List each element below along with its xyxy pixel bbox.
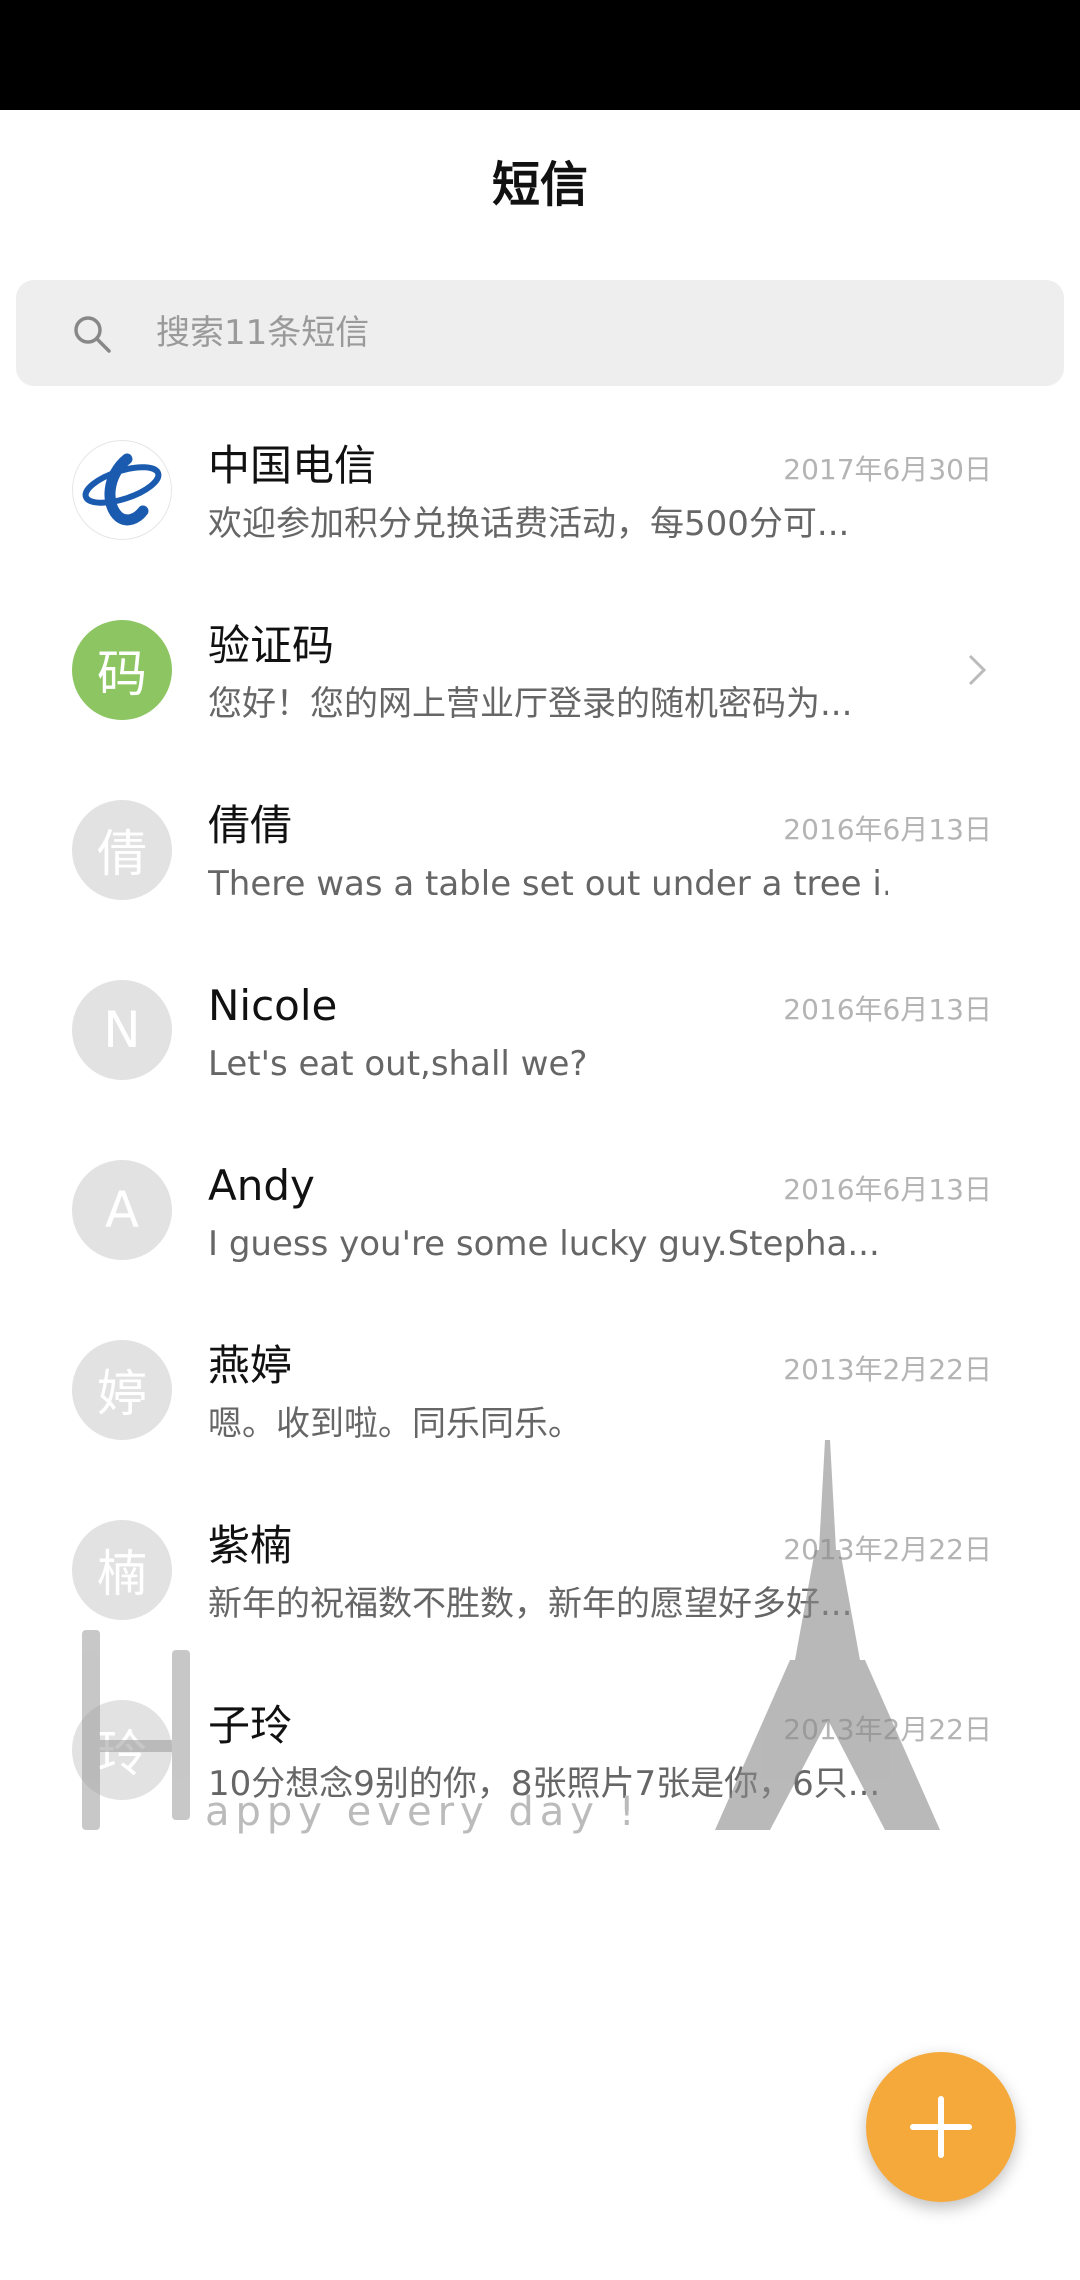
message-date: 2016年6月13日: [783, 1173, 992, 1206]
avatar: [72, 440, 172, 540]
contact-name: 倩倩: [208, 801, 293, 850]
conversation-item[interactable]: 婷 燕婷 2013年2月22日 嗯。收到啦。同乐同乐。: [0, 1300, 1080, 1480]
contact-name: Nicole: [208, 981, 338, 1030]
message-preview: Let's eat out,shall we?: [208, 1044, 588, 1084]
avatar: A: [72, 1160, 172, 1260]
avatar: N: [72, 980, 172, 1080]
plus-icon: [910, 2096, 972, 2158]
avatar: 婷: [72, 1340, 172, 1440]
conversation-item[interactable]: 中国电信 2017年6月30日 欢迎参加积分兑换话费活动，每500分可...: [0, 400, 1080, 580]
contact-name: 紫楠: [208, 1521, 293, 1570]
china-telecom-logo-icon: [82, 453, 162, 526]
message-preview: 新年的祝福数不胜数，新年的愿望好多好...: [208, 1584, 853, 1624]
conversation-item[interactable]: 倩 倩倩 2016年6月13日 There was a table set ou…: [0, 760, 1080, 940]
new-message-button[interactable]: [866, 2052, 1016, 2202]
conversation-item[interactable]: 码 验证码 您好！您的网上营业厅登录的随机密码为...: [0, 580, 1080, 760]
status-bar: [0, 0, 1080, 110]
message-preview: 欢迎参加积分兑换话费活动，每500分可...: [208, 504, 850, 544]
message-preview: 嗯。收到啦。同乐同乐。: [208, 1404, 582, 1444]
search-input[interactable]: 搜索11条短信: [156, 308, 369, 358]
search-bar[interactable]: 搜索11条短信: [16, 280, 1064, 386]
search-icon: [74, 316, 111, 353]
message-date: 2017年6月30日: [783, 453, 992, 486]
message-date: 2016年6月13日: [783, 993, 992, 1026]
contact-name: 子玲: [208, 1701, 293, 1750]
conversation-item[interactable]: 楠 紫楠 2013年2月22日 新年的祝福数不胜数，新年的愿望好多好...: [0, 1480, 1080, 1660]
avatar: 码: [72, 620, 172, 720]
avatar: 玲: [72, 1700, 172, 1800]
contact-name: 验证码: [208, 621, 335, 670]
conversation-item[interactable]: A Andy 2016年6月13日 I guess you're some lu…: [0, 1120, 1080, 1300]
message-preview: 10分想念9别的你，8张照片7张是你，6只...: [208, 1764, 881, 1804]
chevron-right-icon[interactable]: [956, 650, 996, 690]
contact-name: Andy: [208, 1161, 315, 1210]
conversation-item[interactable]: N Nicole 2016年6月13日 Let's eat out,shall …: [0, 940, 1080, 1120]
message-preview: There was a table set out under a tree i…: [208, 864, 888, 904]
avatar: 楠: [72, 1520, 172, 1620]
message-preview: 您好！您的网上营业厅登录的随机密码为...: [208, 684, 853, 724]
conversation-item[interactable]: 玲 子玲 2013年2月22日 10分想念9别的你，8张照片7张是你，6只...: [0, 1660, 1080, 1840]
page-title: 短信: [491, 157, 588, 213]
message-date: 2013年2月22日: [783, 1533, 992, 1566]
avatar: 倩: [72, 800, 172, 900]
contact-name: 中国电信: [208, 441, 377, 490]
message-preview: I guess you're some lucky guy.Stepha...: [208, 1224, 880, 1264]
message-date: 2013年2月22日: [783, 1353, 992, 1386]
message-date: 2013年2月22日: [783, 1713, 992, 1746]
contact-name: 燕婷: [208, 1341, 293, 1390]
message-date: 2016年6月13日: [783, 813, 992, 846]
